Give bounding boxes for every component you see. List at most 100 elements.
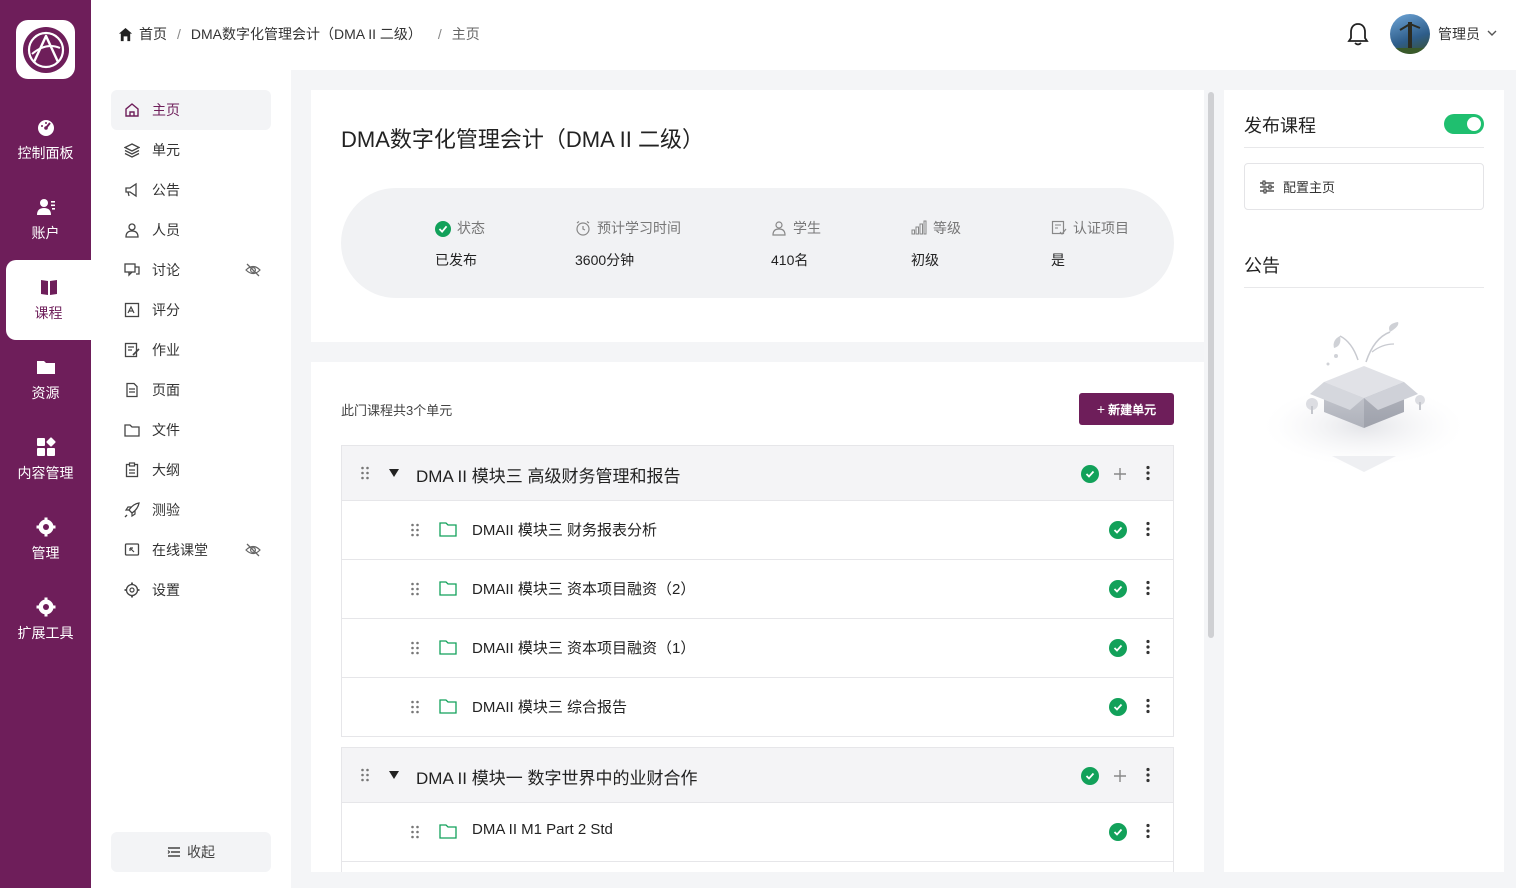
published-check-icon[interactable] bbox=[1081, 767, 1099, 785]
drag-handle-icon[interactable] bbox=[410, 522, 420, 538]
unit-item-row[interactable] bbox=[341, 862, 1174, 872]
book-icon bbox=[39, 277, 59, 297]
drag-handle-icon[interactable] bbox=[410, 824, 420, 840]
caret-down-icon[interactable] bbox=[388, 468, 400, 478]
configure-home-button[interactable]: 配置主页 bbox=[1244, 163, 1484, 210]
unit-item-row[interactable]: DMAII 模块三 资本项目融资（2） bbox=[341, 560, 1174, 619]
eye-off-icon[interactable] bbox=[245, 542, 261, 558]
stat-certification: 认证项目 是 bbox=[1051, 218, 1129, 270]
eye-off-icon[interactable] bbox=[245, 262, 261, 278]
more-options-icon[interactable] bbox=[1145, 698, 1151, 714]
more-options-icon[interactable] bbox=[1145, 521, 1151, 537]
new-unit-button[interactable]: + 新建单元 bbox=[1079, 393, 1174, 425]
course-nav-people[interactable]: 人员 bbox=[111, 210, 271, 250]
sliders-icon bbox=[1260, 180, 1274, 193]
add-item-icon[interactable] bbox=[1112, 768, 1128, 784]
folder-icon bbox=[439, 640, 457, 655]
unit-item-title[interactable]: DMAII 模块三 财务报表分析 bbox=[472, 519, 657, 540]
stat-value: 是 bbox=[1051, 252, 1065, 268]
rail-item-content-management[interactable]: 内容管理 bbox=[0, 420, 91, 500]
published-check-icon[interactable] bbox=[1109, 580, 1127, 598]
rail-item-extensions[interactable]: 扩展工具 bbox=[0, 580, 91, 660]
stat-label: 认证项目 bbox=[1073, 220, 1129, 236]
collapse-nav-button[interactable]: 收起 bbox=[111, 832, 271, 872]
caret-down-icon[interactable] bbox=[388, 770, 400, 780]
app-logo[interactable] bbox=[16, 20, 75, 79]
avatar[interactable] bbox=[1390, 14, 1430, 54]
rail-item-courses[interactable]: 课程 bbox=[6, 260, 91, 340]
unit-section-header[interactable]: DMA II 模块三 高级财务管理和报告 bbox=[341, 445, 1174, 501]
published-check-icon[interactable] bbox=[1109, 639, 1127, 657]
course-nav-units[interactable]: 单元 bbox=[111, 130, 271, 170]
breadcrumb-home[interactable]: 首页 bbox=[139, 24, 167, 44]
check-circle-icon bbox=[435, 220, 451, 237]
breadcrumb: 首页 / DMA数字化管理会计（DMA II 二级） / 主页 bbox=[118, 24, 480, 44]
unit-item-row[interactable]: DMAII 模块三 财务报表分析 bbox=[341, 501, 1174, 560]
rail-item-dashboard[interactable]: 控制面板 bbox=[0, 100, 91, 180]
more-options-icon[interactable] bbox=[1145, 767, 1151, 783]
more-options-icon[interactable] bbox=[1145, 580, 1151, 596]
main-scrollbar[interactable] bbox=[1208, 92, 1214, 638]
course-nav-label: 作业 bbox=[152, 342, 180, 358]
grade-icon bbox=[123, 301, 141, 319]
breadcrumb-course[interactable]: DMA数字化管理会计（DMA II 二级） bbox=[191, 24, 422, 44]
unit-item-title[interactable]: DMAII 模块三 综合报告 bbox=[472, 696, 627, 717]
more-options-icon[interactable] bbox=[1145, 823, 1151, 839]
unit-section-title[interactable]: DMA II 模块一 数字世界中的业财合作 bbox=[416, 764, 697, 789]
course-nav-files[interactable]: 文件 bbox=[111, 410, 271, 450]
folder-icon bbox=[36, 357, 56, 377]
unit-item-row[interactable]: DMAII 模块三 综合报告 bbox=[341, 678, 1174, 737]
course-nav-syllabus[interactable]: 大纲 bbox=[111, 450, 271, 490]
publish-course-label: 发布课程 bbox=[1244, 116, 1316, 136]
published-check-icon[interactable] bbox=[1109, 823, 1127, 841]
course-nav-assignments[interactable]: 作业 bbox=[111, 330, 271, 370]
drag-handle-icon[interactable] bbox=[410, 699, 420, 715]
rail-item-label: 课程 bbox=[34, 305, 63, 321]
rail-item-label: 扩展工具 bbox=[17, 625, 74, 641]
course-nav-pages[interactable]: 页面 bbox=[111, 370, 271, 410]
drag-handle-icon[interactable] bbox=[360, 465, 370, 481]
course-nav-home[interactable]: 主页 bbox=[111, 90, 271, 130]
clock-icon bbox=[575, 220, 591, 236]
course-nav-announcements[interactable]: 公告 bbox=[111, 170, 271, 210]
breadcrumb-current: 主页 bbox=[451, 26, 480, 42]
rail-item-account[interactable]: 账户 bbox=[0, 180, 91, 260]
add-item-icon[interactable] bbox=[1112, 466, 1128, 482]
unit-item-row[interactable]: DMAII 模块三 资本项目融资（1） bbox=[341, 619, 1174, 678]
unit-item-title[interactable]: DMAII 模块三 资本项目融资（1） bbox=[472, 637, 695, 658]
course-nav-label: 公告 bbox=[152, 182, 180, 198]
top-bar: 首页 / DMA数字化管理会计（DMA II 二级） / 主页 管理员 bbox=[91, 0, 1516, 70]
certificate-icon bbox=[1051, 220, 1067, 236]
configure-home-label: 配置主页 bbox=[1283, 180, 1336, 195]
course-nav-quizzes[interactable]: 测验 bbox=[111, 490, 271, 530]
course-nav-discussions[interactable]: 讨论 bbox=[111, 250, 271, 290]
drag-handle-icon[interactable] bbox=[360, 767, 370, 783]
drag-handle-icon[interactable] bbox=[410, 581, 420, 597]
folder-icon bbox=[123, 421, 141, 439]
course-nav-online-class[interactable]: 在线课堂 bbox=[111, 530, 271, 570]
unit-item-title[interactable]: DMA II M1 Part 2 Std bbox=[472, 821, 613, 838]
unit-section-header[interactable]: DMA II 模块一 数字世界中的业财合作 bbox=[341, 747, 1174, 803]
more-options-icon[interactable] bbox=[1145, 639, 1151, 655]
user-name[interactable]: 管理员 bbox=[1438, 24, 1480, 44]
units-card: 此门课程共3个单元 + 新建单元 DMA II 模块三 高级财务管理和报告 DM… bbox=[311, 362, 1204, 872]
unit-item-title[interactable]: DMAII 模块三 资本项目融资（2） bbox=[472, 578, 695, 599]
unit-section-title[interactable]: DMA II 模块三 高级财务管理和报告 bbox=[416, 462, 680, 487]
rail-item-resources[interactable]: 资源 bbox=[0, 340, 91, 420]
published-check-icon[interactable] bbox=[1109, 521, 1127, 539]
folder-icon bbox=[439, 699, 457, 714]
chevron-down-icon[interactable] bbox=[1486, 27, 1498, 39]
bell-icon[interactable] bbox=[1347, 22, 1369, 46]
publish-toggle[interactable] bbox=[1444, 114, 1484, 134]
drag-handle-icon[interactable] bbox=[410, 640, 420, 656]
more-options-icon[interactable] bbox=[1145, 465, 1151, 481]
course-nav-grades[interactable]: 评分 bbox=[111, 290, 271, 330]
published-check-icon[interactable] bbox=[1081, 465, 1099, 483]
unit-item-row[interactable]: DMA II M1 Part 2 Std bbox=[341, 803, 1174, 862]
logo-icon bbox=[22, 26, 69, 73]
course-nav-settings[interactable]: 设置 bbox=[111, 570, 271, 610]
course-nav-label: 人员 bbox=[152, 222, 180, 238]
rail-item-admin[interactable]: 管理 bbox=[0, 500, 91, 580]
page-icon bbox=[123, 381, 141, 399]
published-check-icon[interactable] bbox=[1109, 698, 1127, 716]
